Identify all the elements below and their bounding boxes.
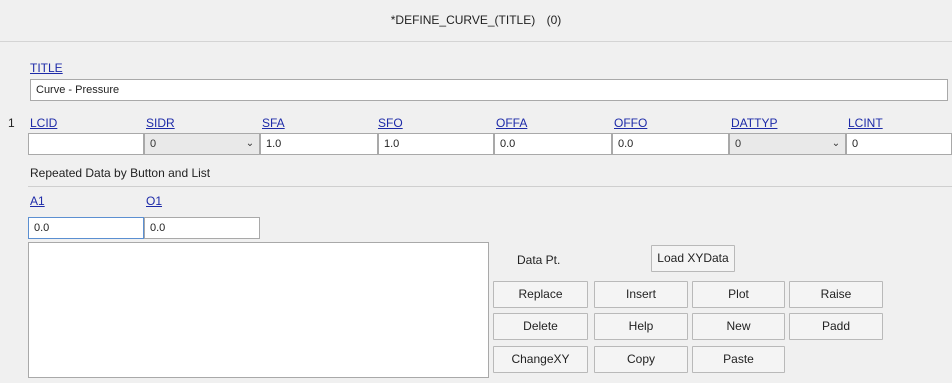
sfa-label-link[interactable]: SFA: [262, 116, 285, 130]
a1-label-link[interactable]: A1: [30, 194, 45, 208]
padd-button[interactable]: Padd: [789, 313, 883, 340]
raise-button[interactable]: Raise: [789, 281, 883, 308]
delete-button[interactable]: Delete: [493, 313, 588, 340]
keyword-header: *DEFINE_CURVE_(TITLE) (0): [0, 0, 952, 42]
sidr-select-value: 0: [150, 138, 157, 150]
lcint-field[interactable]: 0: [846, 133, 952, 155]
offa-label-link[interactable]: OFFA: [496, 116, 527, 130]
title-field[interactable]: Curve - Pressure: [30, 79, 948, 101]
card-row-number: 1: [8, 116, 15, 130]
new-button[interactable]: New: [692, 313, 785, 340]
repeated-data-heading: Repeated Data by Button and List: [30, 166, 211, 180]
data-points-list[interactable]: [28, 242, 489, 378]
dattyp-label-link[interactable]: DATTYP: [731, 116, 777, 130]
replace-button[interactable]: Replace: [493, 281, 588, 308]
lcid-label-link[interactable]: LCID: [30, 116, 57, 130]
copy-button[interactable]: Copy: [594, 346, 688, 373]
section-divider: [28, 186, 952, 187]
chevron-down-icon: ⌄: [831, 138, 841, 149]
offo-label-link[interactable]: OFFO: [614, 116, 647, 130]
dattyp-select-value: 0: [735, 138, 742, 150]
keyword-title: *DEFINE_CURVE_(TITLE): [390, 13, 536, 27]
o1-field[interactable]: 0.0: [144, 217, 260, 239]
lcid-field[interactable]: [28, 133, 144, 155]
plot-button[interactable]: Plot: [692, 281, 785, 308]
data-pt-label: Data Pt.: [517, 253, 561, 267]
dattyp-select[interactable]: 0 ⌄: [729, 133, 846, 155]
sidr-select[interactable]: 0 ⌄: [144, 133, 260, 155]
a1-field[interactable]: 0.0: [28, 217, 144, 239]
offa-field[interactable]: 0.0: [494, 133, 612, 155]
paste-button[interactable]: Paste: [692, 346, 785, 373]
load-xydata-button[interactable]: Load XYData: [651, 245, 735, 272]
sidr-label-link[interactable]: SIDR: [146, 116, 175, 130]
chevron-down-icon: ⌄: [245, 138, 255, 149]
o1-label-link[interactable]: O1: [146, 194, 162, 208]
sfo-label-link[interactable]: SFO: [378, 116, 403, 130]
keyword-count: (0): [546, 13, 562, 27]
help-button[interactable]: Help: [594, 313, 688, 340]
title-label-link[interactable]: TITLE: [30, 61, 63, 75]
sfa-field[interactable]: 1.0: [260, 133, 378, 155]
insert-button[interactable]: Insert: [594, 281, 688, 308]
lcint-label-link[interactable]: LCINT: [848, 116, 883, 130]
offo-field[interactable]: 0.0: [612, 133, 729, 155]
sfo-field[interactable]: 1.0: [378, 133, 494, 155]
changexy-button[interactable]: ChangeXY: [493, 346, 588, 373]
